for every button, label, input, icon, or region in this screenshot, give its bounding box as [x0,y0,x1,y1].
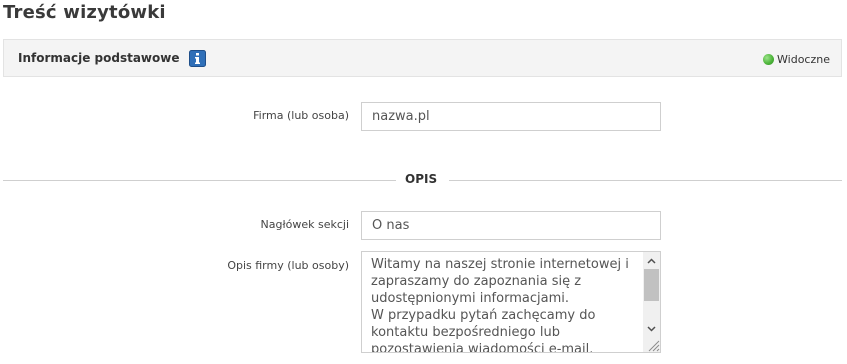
scroll-up-icon[interactable] [643,252,660,269]
visibility-status[interactable]: Widoczne [763,53,830,66]
scroll-thumb[interactable] [644,269,659,301]
description-text: Witamy na naszej stronie internetowej i … [371,257,629,353]
company-input[interactable] [361,102,661,131]
description-divider-label: OPIS [405,172,438,186]
visibility-label: Widoczne [777,53,830,66]
divider-left [3,180,396,181]
section-heading-input[interactable] [361,211,661,240]
scroll-down-icon[interactable] [643,320,660,337]
section-heading-label: Nagłówek sekcji [260,218,349,231]
section-header: Informacje podstawowe Widoczne [3,39,842,77]
visible-status-icon [763,54,775,65]
page-title: Treść wizytówki [3,2,166,23]
section-title: Informacje podstawowe [18,51,180,65]
description-textarea[interactable]: Witamy na naszej stronie internetowej i … [361,251,661,353]
divider-right [449,180,842,181]
info-icon[interactable] [189,50,206,67]
description-label: Opis firmy (lub osoby) [227,259,349,272]
resize-grip-icon[interactable] [646,338,660,352]
textarea-scrollbar[interactable] [643,252,660,352]
company-label: Firma (lub osoba) [253,109,349,122]
